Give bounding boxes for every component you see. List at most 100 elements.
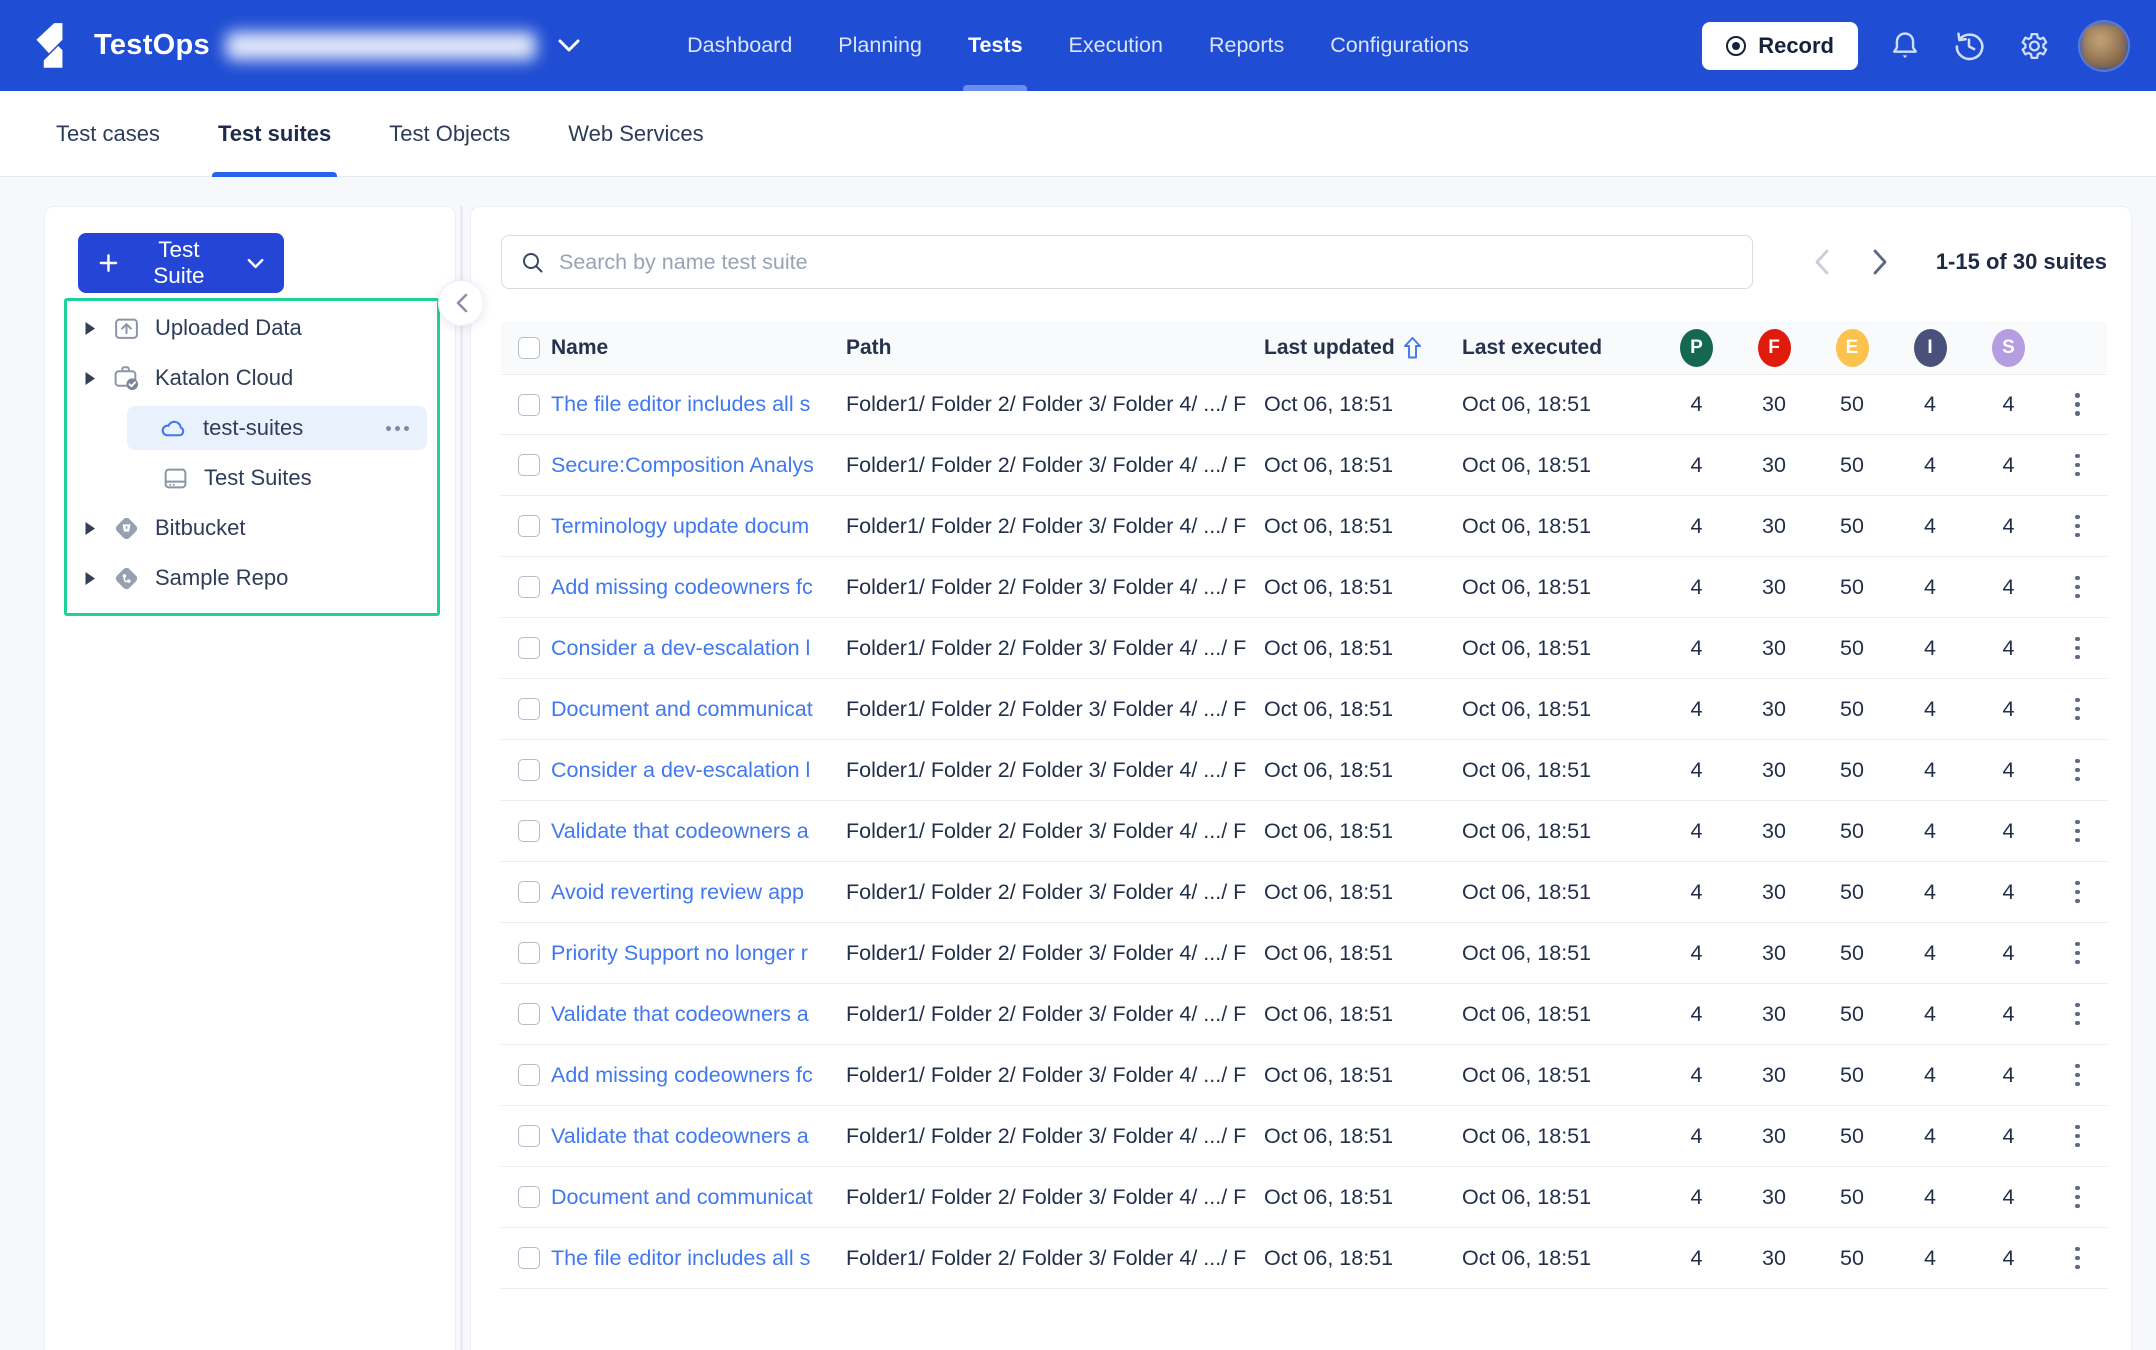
suite-name-link[interactable]: Consider a dev-escalation l [551,758,810,782]
suite-name-link[interactable]: Validate that codeowners a [551,1124,809,1148]
table-row[interactable]: Add missing codeowners fc Folder1/ Folde… [501,557,2107,618]
table-row[interactable]: The file editor includes all s Folder1/ … [501,374,2107,435]
table-row[interactable]: Validate that codeowners a Folder1/ Fold… [501,1106,2107,1167]
row-menu-icon[interactable] [2069,570,2086,605]
tab-web-services[interactable]: Web Services [568,91,703,177]
row-menu-icon[interactable] [2069,1119,2086,1154]
tree-item-uploaded-data[interactable]: Uploaded Data [67,303,437,353]
row-menu-icon[interactable] [2069,997,2086,1032]
notifications-bell-icon[interactable] [1888,29,1922,63]
suite-name-link[interactable]: Consider a dev-escalation l [551,636,810,660]
tree-item-test-suites[interactable]: Test Suites [67,453,437,503]
tree-item-menu-icon[interactable] [386,426,409,431]
tree-item-sample-repo[interactable]: Sample Repo [67,553,437,603]
row-menu-icon[interactable] [2069,753,2086,788]
row-checkbox[interactable] [518,881,540,903]
suite-name-link[interactable]: Add missing codeowners fc [551,575,813,599]
caret-right-icon[interactable] [84,521,98,536]
row-menu-icon[interactable] [2069,692,2086,727]
table-row[interactable]: Add missing codeowners fc Folder1/ Folde… [501,1045,2107,1106]
row-menu-icon[interactable] [2069,387,2086,422]
row-menu-icon[interactable] [2069,448,2086,483]
suite-name-link[interactable]: Validate that codeowners a [551,819,809,843]
suite-name-link[interactable]: Secure:Composition Analys [551,453,814,477]
project-chevron-down-icon[interactable] [558,39,580,52]
row-menu-icon[interactable] [2069,875,2086,910]
suite-name-link[interactable]: Document and communicat [551,697,813,721]
tab-test-suites[interactable]: Test suites [218,91,331,177]
row-checkbox[interactable] [518,637,540,659]
nav-dashboard[interactable]: Dashboard [687,0,792,91]
suite-name-link[interactable]: Terminology update docum [551,514,809,538]
user-avatar[interactable] [2080,22,2128,70]
sort-ascending-icon[interactable] [1403,336,1422,360]
tree-item-test-suites-folder[interactable]: test-suites [127,406,427,450]
suite-name-link[interactable]: Priority Support no longer r [551,941,808,965]
row-checkbox[interactable] [518,1125,540,1147]
tab-test-cases[interactable]: Test cases [56,91,160,177]
tree-item-bitbucket[interactable]: Bitbucket [67,503,437,553]
table-row[interactable]: Priority Support no longer r Folder1/ Fo… [501,923,2107,984]
table-row[interactable]: Document and communicat Folder1/ Folder … [501,679,2107,740]
row-checkbox[interactable] [518,515,540,537]
suite-name-link[interactable]: Add missing codeowners fc [551,1063,813,1087]
search-input[interactable] [559,250,1733,275]
new-test-suite-button[interactable]: Test Suite [78,233,284,293]
row-checkbox[interactable] [518,394,540,416]
record-button[interactable]: Record [1702,22,1858,70]
suite-name-link[interactable]: Document and communicat [551,1185,813,1209]
sidebar-collapse-button[interactable] [438,280,484,326]
tab-test-objects[interactable]: Test Objects [389,91,510,177]
row-checkbox[interactable] [518,1247,540,1269]
suite-name-link[interactable]: The file editor includes all s [551,392,810,416]
row-checkbox[interactable] [518,454,540,476]
column-name[interactable]: Name [551,336,846,360]
row-checkbox[interactable] [518,1064,540,1086]
row-checkbox[interactable] [518,820,540,842]
table-row[interactable]: Validate that codeowners a Folder1/ Fold… [501,801,2107,862]
table-row[interactable]: The file editor includes all s Folder1/ … [501,1228,2107,1289]
row-menu-icon[interactable] [2069,1058,2086,1093]
pagination-next-icon[interactable] [1872,248,1888,276]
sidebar-divider[interactable] [460,206,463,1350]
select-all-checkbox[interactable] [518,337,540,359]
tree-item-katalon-cloud[interactable]: Katalon Cloud [67,353,437,403]
row-menu-icon[interactable] [2069,1180,2086,1215]
nav-tests[interactable]: Tests [968,0,1023,91]
row-menu-icon[interactable] [2069,814,2086,849]
nav-configurations[interactable]: Configurations [1330,0,1469,91]
table-row[interactable]: Avoid reverting review app Folder1/ Fold… [501,862,2107,923]
column-last-updated[interactable]: Last updated [1264,336,1462,360]
caret-right-icon[interactable] [84,371,98,386]
row-checkbox[interactable] [518,759,540,781]
row-menu-icon[interactable] [2069,936,2086,971]
row-menu-icon[interactable] [2069,631,2086,666]
table-row[interactable]: Secure:Composition Analys Folder1/ Folde… [501,435,2107,496]
table-row[interactable]: Terminology update docum Folder1/ Folder… [501,496,2107,557]
history-icon[interactable] [1952,29,1986,63]
table-row[interactable]: Document and communicat Folder1/ Folder … [501,1167,2107,1228]
nav-reports[interactable]: Reports [1209,0,1284,91]
caret-right-icon[interactable] [84,571,98,586]
row-checkbox[interactable] [518,942,540,964]
row-checkbox[interactable] [518,576,540,598]
suite-name-link[interactable]: Validate that codeowners a [551,1002,809,1026]
nav-planning[interactable]: Planning [838,0,922,91]
nav-execution[interactable]: Execution [1069,0,1163,91]
table-row[interactable]: Consider a dev-escalation l Folder1/ Fol… [501,618,2107,679]
row-menu-icon[interactable] [2069,1241,2086,1276]
suite-name-link[interactable]: The file editor includes all s [551,1246,810,1270]
row-checkbox[interactable] [518,698,540,720]
column-path[interactable]: Path [846,336,1264,360]
caret-right-icon[interactable] [84,321,98,336]
settings-gear-icon[interactable] [2016,29,2050,63]
table-row[interactable]: Consider a dev-escalation l Folder1/ Fol… [501,740,2107,801]
column-last-executed[interactable]: Last executed [1462,336,1658,360]
row-checkbox[interactable] [518,1003,540,1025]
pagination-prev-icon[interactable] [1814,248,1830,276]
row-checkbox[interactable] [518,1186,540,1208]
suite-name-link[interactable]: Avoid reverting review app [551,880,804,904]
row-menu-icon[interactable] [2069,509,2086,544]
project-name-blurred[interactable] [226,32,536,60]
table-row[interactable]: Validate that codeowners a Folder1/ Fold… [501,984,2107,1045]
